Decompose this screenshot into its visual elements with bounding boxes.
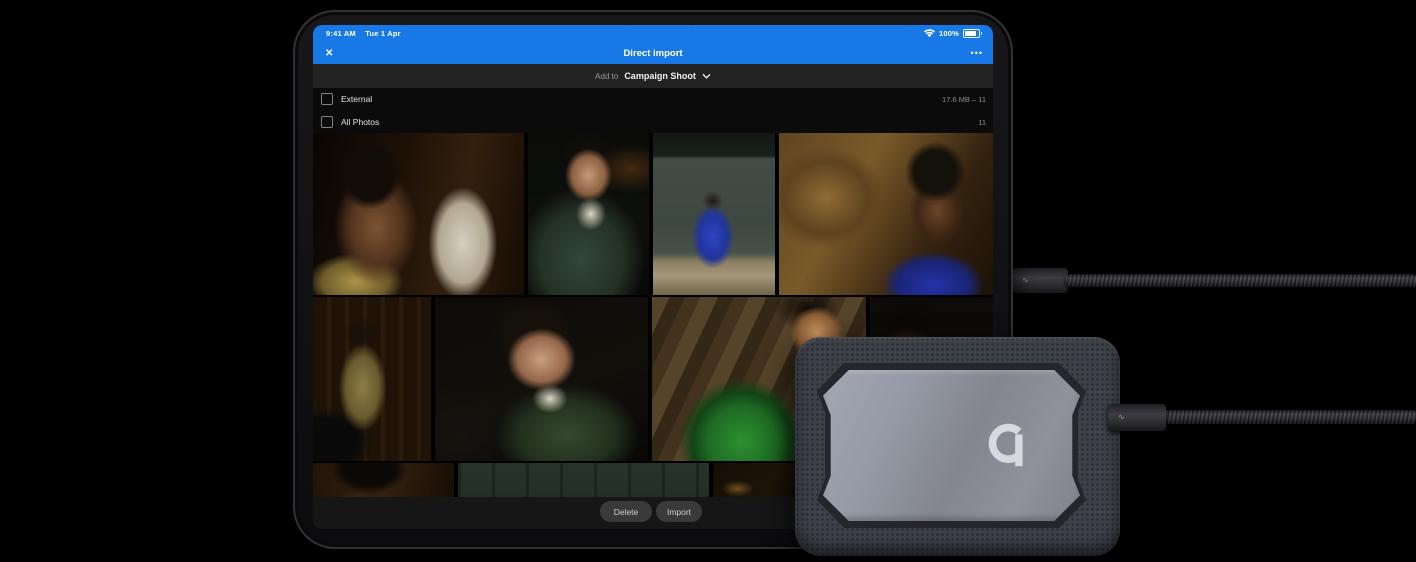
usb-plug-drive: ∿ [1108, 404, 1166, 431]
photo-thumbnail[interactable] [528, 133, 649, 295]
cable-brand-mark: ∿ [1118, 411, 1125, 421]
photo-thumbnail[interactable] [779, 133, 993, 295]
braided-cable-drive [1162, 410, 1416, 424]
scene: ∿ ∿ 9:41 AM Tue 1 Apr 100% ✕ Direct impo… [0, 0, 1416, 562]
source-list: External 17.6 MB – 11 All Photos 11 [313, 88, 993, 133]
all-photos-checkbox[interactable] [321, 116, 333, 128]
page-title: Direct import [623, 47, 683, 59]
braided-cable-top [1066, 274, 1416, 287]
battery-percent: 100% [939, 29, 959, 38]
status-bar: 9:41 AM Tue 1 Apr 100% [313, 25, 993, 42]
source-meta: 11 [978, 117, 986, 127]
photo-thumbnail[interactable] [653, 133, 775, 295]
wifi-icon [924, 29, 936, 38]
more-options-icon[interactable]: ••• [971, 48, 983, 58]
app-header: ✕ Direct import ••• [313, 42, 993, 64]
photo-thumbnail[interactable] [313, 133, 524, 295]
photo-thumbnail[interactable] [313, 297, 431, 461]
external-checkbox[interactable] [321, 93, 333, 105]
g-drive-logo [988, 423, 1023, 466]
status-time: 9:41 AM [326, 29, 356, 38]
import-button[interactable]: Import [656, 501, 702, 522]
battery-icon [963, 29, 982, 38]
chevron-down-icon [702, 73, 711, 79]
source-label: All Photos [341, 117, 380, 127]
add-to-selector[interactable]: Add to Campaign Shoot [313, 64, 993, 88]
source-row-all-photos[interactable]: All Photos 11 [313, 111, 993, 133]
source-label: External [341, 94, 373, 104]
source-row-external[interactable]: External 17.6 MB – 11 [313, 88, 993, 110]
source-meta: 17.6 MB – 11 [941, 94, 986, 104]
drive-faceplate [823, 370, 1080, 521]
add-to-label: Add to [595, 71, 619, 81]
usb-plug-tablet: ∿ [1012, 268, 1068, 293]
external-ssd-drive [795, 337, 1120, 556]
delete-button[interactable]: Delete [600, 501, 652, 522]
add-to-value[interactable]: Campaign Shoot [624, 71, 696, 81]
cable-brand-mark: ∿ [1022, 274, 1029, 284]
status-date: Tue 1 Apr [365, 29, 401, 38]
status-left: 9:41 AM Tue 1 Apr [326, 29, 408, 38]
photo-thumbnail[interactable] [435, 297, 648, 461]
status-right: 100% [924, 29, 982, 38]
